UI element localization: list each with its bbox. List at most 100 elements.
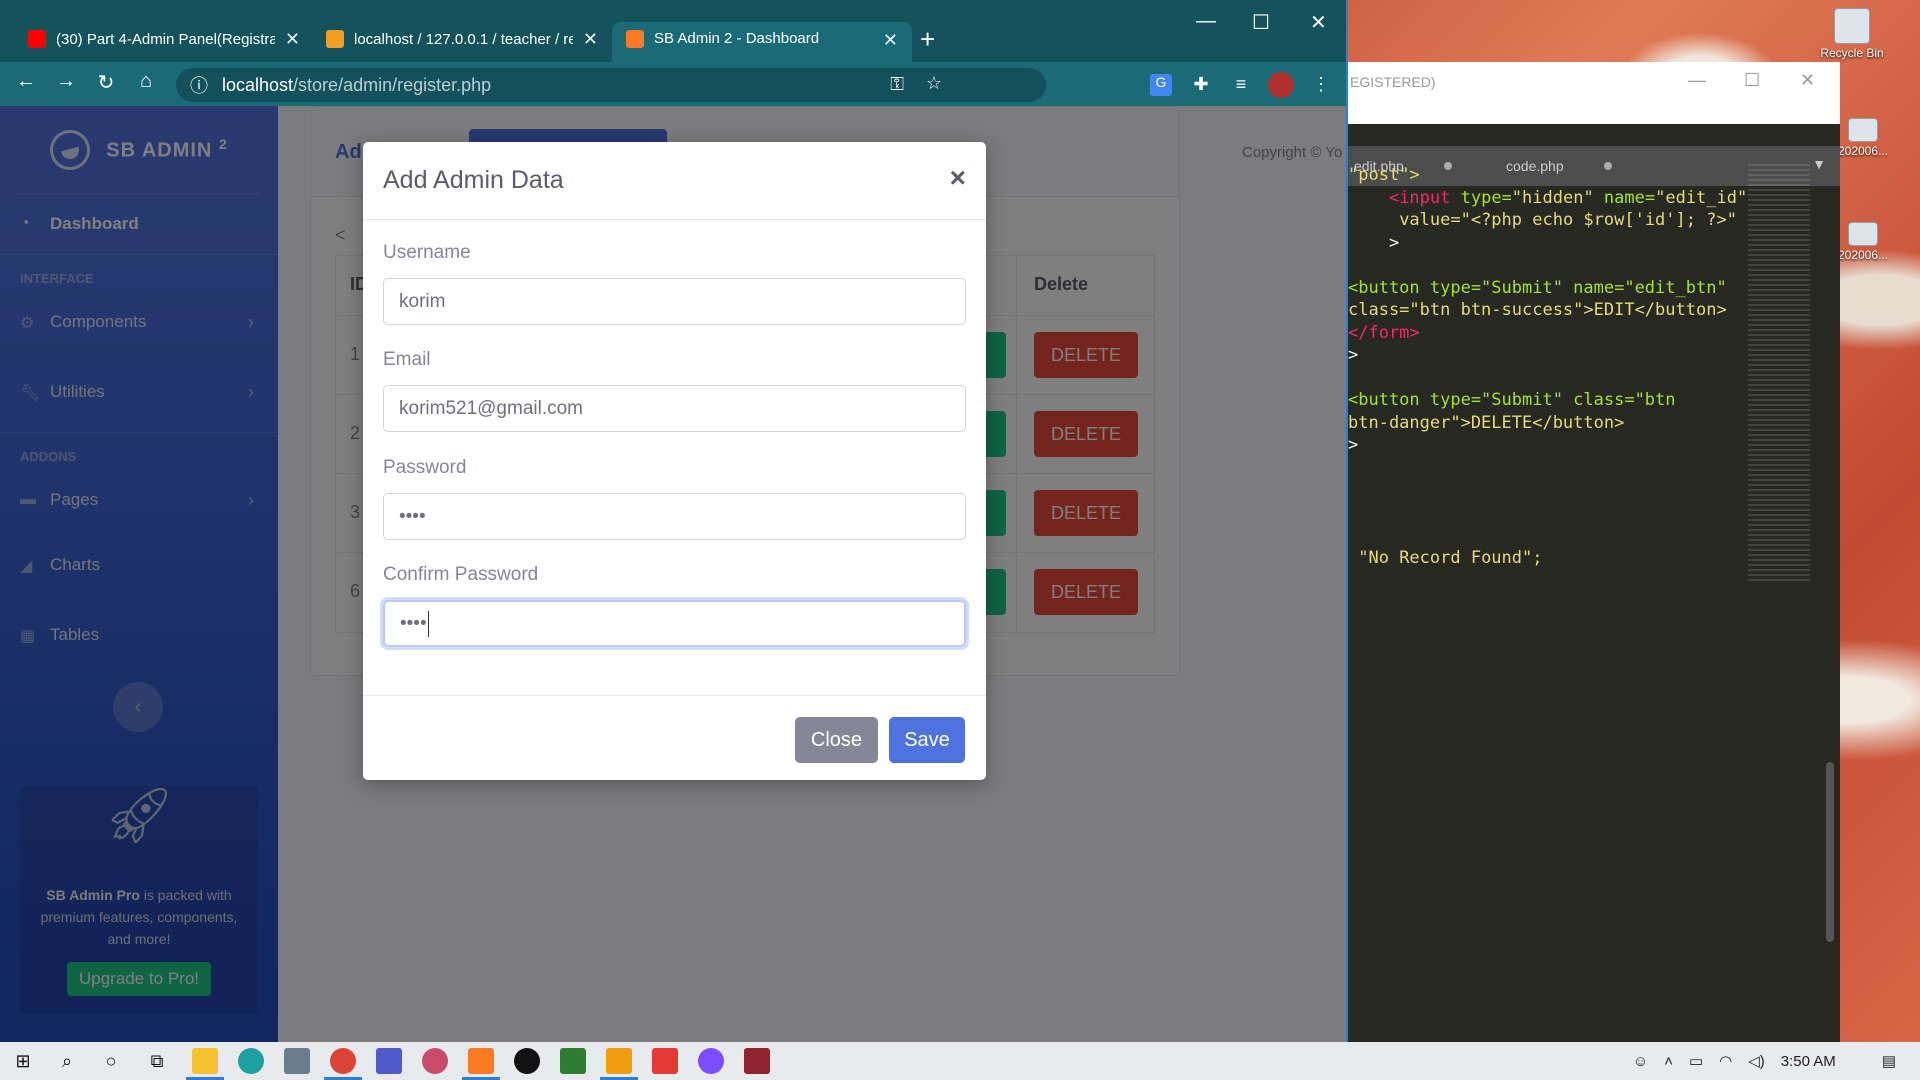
profile-avatar[interactable]: [1268, 72, 1294, 98]
recycle-bin-icon: [1834, 8, 1870, 44]
email-group: Email korim521@gmail.com: [383, 349, 966, 432]
save-button[interactable]: Save: [889, 717, 965, 763]
sublime-text-icon[interactable]: [606, 1048, 632, 1074]
close-icon[interactable]: ✕: [1800, 70, 1815, 91]
code-line: "post">: [1348, 165, 1420, 185]
windows-start-icon[interactable]: ⊞: [10, 1048, 36, 1074]
code-editor-window: EGISTERED) — ☐ ✕ edit.php code.php ▼ "po…: [1348, 62, 1840, 1042]
menu-kebab-icon[interactable]: ⋮: [1310, 74, 1332, 96]
forward-icon[interactable]: →: [46, 70, 86, 93]
site-info-icon[interactable]: ⓘ: [190, 72, 208, 98]
page-viewport: SB ADMIN 2 ◔ Dashboard INTERFACE ⚙ Compo…: [0, 106, 1346, 1042]
cortana-icon[interactable]: ○: [98, 1048, 124, 1074]
clock-time[interactable]: 3:50 AM: [1781, 1053, 1836, 1070]
address-bar[interactable]: ⓘ localhost/store/admin/register.php ⚿ ☆: [176, 68, 1046, 102]
editor-scrollbar[interactable]: [1826, 762, 1834, 942]
tab-phpmyadmin[interactable]: localhost / 127.0.0.1 / teacher / re ✕: [312, 22, 612, 56]
messenger-icon[interactable]: [698, 1048, 724, 1074]
bookmark-star-icon[interactable]: ☆: [926, 73, 942, 94]
new-tab-icon[interactable]: +: [920, 24, 935, 55]
confirm-password-input[interactable]: ••••: [383, 600, 966, 647]
username-value: korim: [399, 290, 446, 312]
edge-icon[interactable]: [238, 1048, 264, 1074]
code-line: <button type="Submit" name="edit_btn": [1348, 277, 1727, 298]
office-icon[interactable]: [652, 1048, 678, 1074]
editor-titlebar: EGISTERED) — ☐ ✕: [1348, 62, 1840, 124]
volume-icon[interactable]: ◁): [1748, 1052, 1765, 1070]
email-input[interactable]: korim521@gmail.com: [383, 385, 966, 432]
browser-toolbar: ← → ↻ ⌂ ⓘ localhost/store/admin/register…: [0, 62, 1346, 106]
action-center-icon[interactable]: ▤: [1882, 1052, 1896, 1070]
username-label: Username: [383, 242, 471, 263]
password-group: Password ••••: [383, 457, 966, 540]
username-group: Username korim: [383, 242, 966, 325]
back-icon[interactable]: ←: [6, 70, 46, 93]
editor-title: EGISTERED): [1350, 74, 1436, 90]
code-line: class="btn btn-success">EDIT</button>: [1348, 300, 1727, 320]
file-explorer-icon[interactable]: [192, 1048, 218, 1074]
confirm-password-value: ••••: [400, 612, 427, 634]
editor-minimap[interactable]: [1748, 164, 1810, 584]
tab-close-icon[interactable]: ✕: [883, 30, 898, 51]
task-view-icon[interactable]: ⧉: [144, 1048, 170, 1074]
paint-icon[interactable]: [422, 1048, 448, 1074]
modal-close-icon[interactable]: ×: [950, 162, 966, 194]
wifi-icon[interactable]: ◠: [1719, 1052, 1732, 1070]
battery-icon[interactable]: ▭: [1689, 1052, 1703, 1070]
xampp-icon[interactable]: [468, 1048, 494, 1074]
username-input[interactable]: korim: [383, 278, 966, 325]
windows-taskbar: ⊞ ⌕ ○ ⧉ ☺ ˄ ▭ ◠ ◁) 3:50 AM ▤: [0, 1042, 1920, 1080]
password-label: Password: [383, 457, 467, 478]
code-line: >: [1348, 435, 1359, 455]
close-icon[interactable]: ✕: [1310, 10, 1327, 35]
notes-icon[interactable]: [560, 1048, 586, 1074]
desktop-file-1-label: 202006...: [1837, 144, 1889, 158]
code-line: <button type="Submit" class="btn: [1348, 390, 1676, 410]
password-input[interactable]: ••••: [383, 493, 966, 540]
tab-close-icon[interactable]: ✕: [285, 29, 300, 50]
recorder-icon[interactable]: [514, 1048, 540, 1074]
add-admin-modal: Add Admin Data × Username korim Email ko…: [363, 142, 986, 780]
teams-icon[interactable]: [376, 1048, 402, 1074]
tab-dropdown-icon[interactable]: ▼: [1812, 156, 1826, 172]
tab-youtube-title: (30) Part 4-Admin Panel(Registra: [56, 30, 275, 48]
search-icon[interactable]: ⌕: [54, 1048, 80, 1074]
code-token: "hidden": [1511, 187, 1594, 208]
media-playlist-icon[interactable]: ≡: [1230, 74, 1252, 96]
key-icon[interactable]: ⚿: [890, 74, 904, 95]
recycle-bin-shortcut[interactable]: Recycle Bin: [1812, 8, 1892, 60]
extensions-puzzle-icon[interactable]: ✚: [1190, 74, 1212, 96]
minimize-icon[interactable]: —: [1196, 10, 1216, 33]
code-token: name=: [1593, 187, 1656, 208]
maximize-icon[interactable]: ☐: [1744, 70, 1760, 91]
winrar-icon[interactable]: [744, 1048, 770, 1074]
code-line: >: [1348, 345, 1359, 365]
reload-icon[interactable]: ↻: [86, 70, 126, 95]
tab-phpmyadmin-title: localhost / 127.0.0.1 / teacher / re: [354, 30, 573, 48]
modal-header: Add Admin Data ×: [363, 142, 986, 220]
maximize-icon[interactable]: ☐: [1252, 10, 1270, 35]
code-token: "edit_id": [1655, 187, 1748, 208]
email-label: Email: [383, 349, 431, 370]
minimize-icon[interactable]: —: [1688, 70, 1706, 91]
tab-close-icon[interactable]: ✕: [583, 29, 598, 50]
home-icon[interactable]: ⌂: [126, 70, 166, 93]
chrome-icon[interactable]: [330, 1048, 356, 1074]
close-button[interactable]: Close: [795, 717, 878, 763]
recycle-bin-label: Recycle Bin: [1820, 46, 1884, 60]
image-file-icon: [1848, 222, 1878, 246]
confirm-password-group: Confirm Password ••••: [383, 564, 966, 647]
code-line: value="<?php echo $row['id']; ?>": [1399, 210, 1737, 230]
code-area[interactable]: "post"> <input type="hidden" name="edit_…: [1348, 164, 1788, 569]
xampp-icon: [626, 30, 644, 48]
translate-extension-icon[interactable]: G: [1150, 74, 1172, 96]
people-icon[interactable]: ☺: [1633, 1053, 1648, 1070]
browser-window: (30) Part 4-Admin Panel(Registra ✕ local…: [0, 0, 1348, 1042]
calculator-icon[interactable]: [284, 1048, 310, 1074]
email-value: korim521@gmail.com: [399, 397, 584, 419]
show-hidden-icons-chevron-icon[interactable]: ˄: [1664, 1053, 1673, 1070]
system-tray: ☺ ˄ ▭ ◠ ◁) 3:50 AM ▤: [1633, 1042, 1920, 1080]
code-token: type=: [1450, 187, 1512, 208]
tab-youtube[interactable]: (30) Part 4-Admin Panel(Registra ✕: [14, 22, 314, 56]
code-line: "No Record Found";: [1358, 547, 1543, 568]
